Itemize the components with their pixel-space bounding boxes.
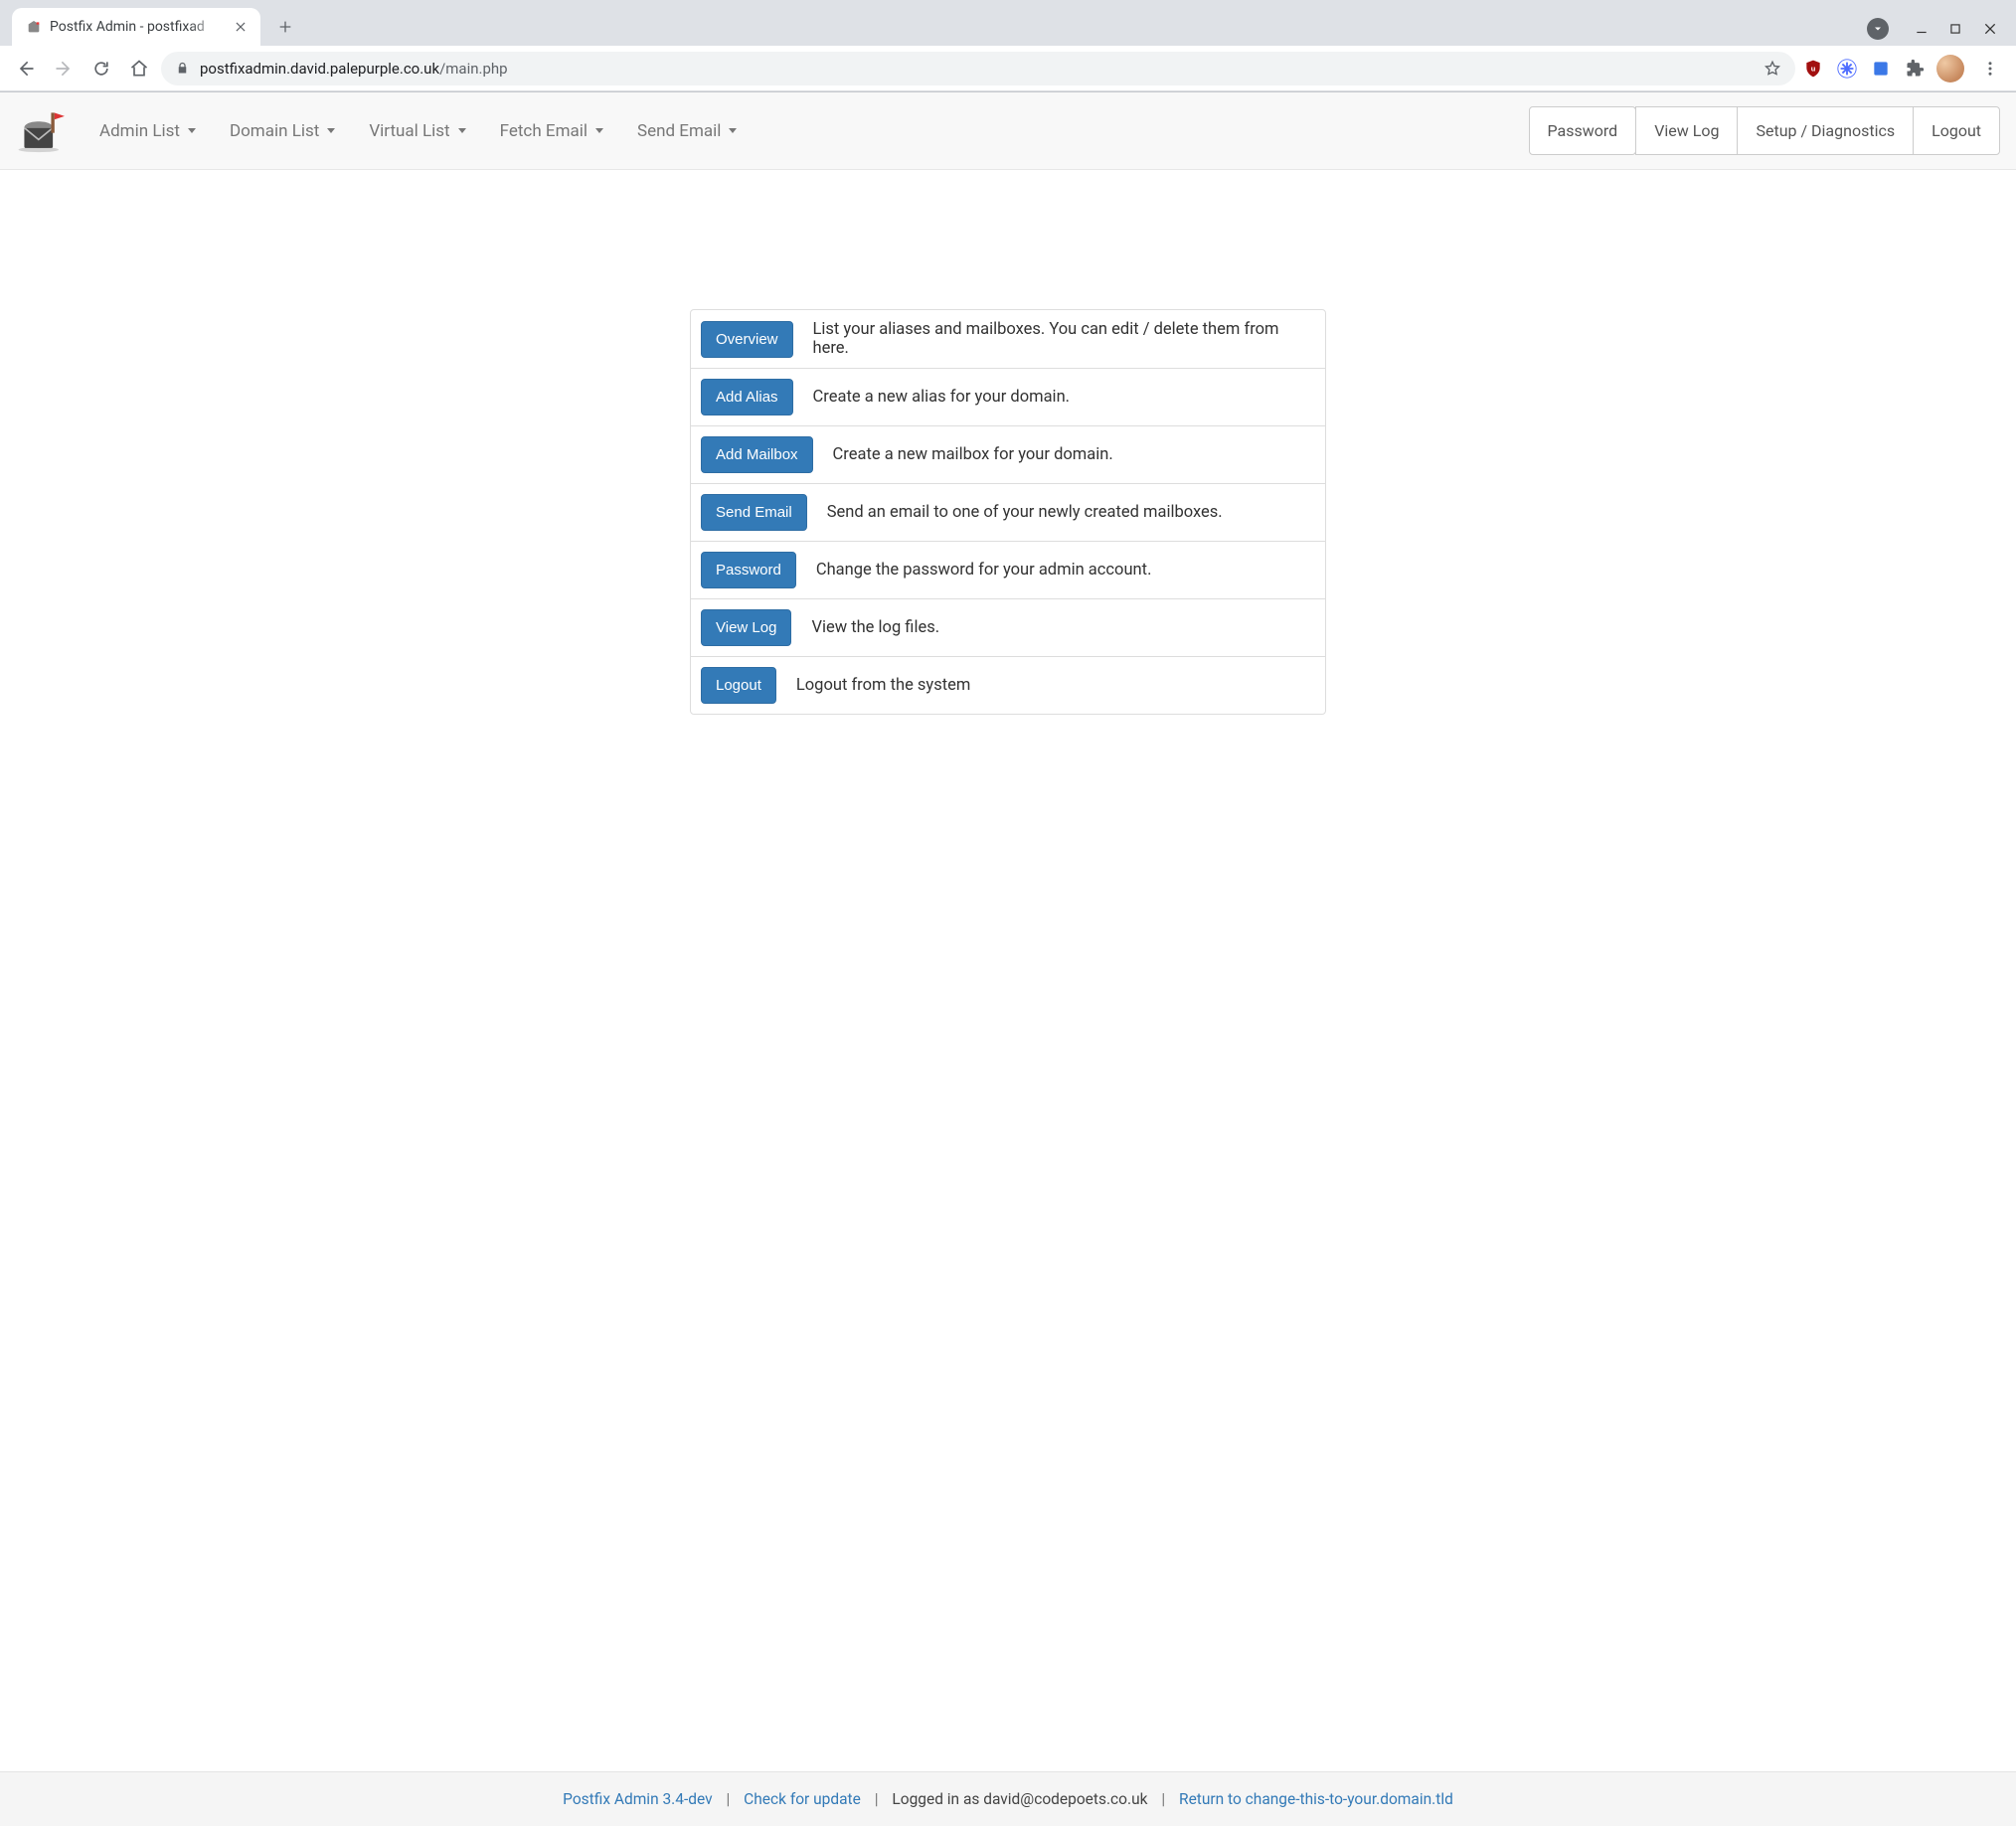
main-menu-panel: Overview List your aliases and mailboxes… [690, 309, 1326, 715]
nav-virtual-list[interactable]: Virtual List [355, 103, 479, 159]
menu-row-view-log: View Log View the log files. [691, 599, 1325, 657]
bookmark-star-icon[interactable] [1764, 60, 1781, 78]
password-button[interactable]: Password [701, 552, 796, 588]
menu-row-password: Password Change the password for your ad… [691, 542, 1325, 599]
menu-desc: Send an email to one of your newly creat… [827, 503, 1223, 522]
chevron-down-icon [595, 128, 603, 133]
new-tab-button[interactable] [270, 12, 300, 42]
menu-desc: Logout from the system [796, 676, 970, 695]
tab-strip: Postfix Admin - postfixad [0, 0, 2016, 46]
ublock-shield-icon[interactable]: u [1801, 57, 1825, 81]
chevron-down-icon [458, 128, 466, 133]
chevron-down-icon [188, 128, 196, 133]
navbar-viewlog-button[interactable]: View Log [1635, 106, 1738, 155]
extensions-row: u [1801, 53, 2006, 84]
logout-button[interactable]: Logout [701, 667, 776, 704]
profile-avatar[interactable] [1936, 55, 1964, 83]
svg-text:u: u [1811, 64, 1816, 73]
asterisk-icon[interactable] [1835, 57, 1859, 81]
nav-links: Admin List Domain List Virtual List Fetc… [85, 103, 751, 159]
tab-close-icon[interactable] [233, 19, 249, 35]
menu-row-overview: Overview List your aliases and mailboxes… [691, 310, 1325, 369]
window-minimize-icon[interactable] [1915, 22, 1929, 36]
nav-domain-list[interactable]: Domain List [216, 103, 349, 159]
footer-logged-in-as: Logged in as david@codepoets.co.uk [892, 1790, 1147, 1808]
footer-check-update-link[interactable]: Check for update [744, 1790, 861, 1808]
overview-button[interactable]: Overview [701, 321, 793, 358]
footer-return-link[interactable]: Return to change-this-to-your.domain.tld [1179, 1790, 1453, 1808]
browser-chrome: Postfix Admin - postfixad [0, 0, 2016, 92]
nav-back-icon[interactable] [10, 53, 42, 84]
kebab-menu-icon[interactable] [1974, 53, 2006, 84]
nav-forward-icon [48, 53, 80, 84]
nav-label: Domain List [230, 121, 319, 141]
navbar-buttons: Password View Log Setup / Diagnostics Lo… [1530, 92, 2000, 169]
nav-home-icon[interactable] [123, 53, 155, 84]
window-close-icon[interactable] [1982, 21, 1998, 37]
menu-row-add-alias: Add Alias Create a new alias for your do… [691, 369, 1325, 426]
url-host: postfixadmin.david.palepurple.co.uk [200, 60, 439, 78]
nav-fetch-email[interactable]: Fetch Email [486, 103, 617, 159]
app-navbar: Admin List Domain List Virtual List Fetc… [0, 92, 2016, 170]
menu-row-add-mailbox: Add Mailbox Create a new mailbox for you… [691, 426, 1325, 484]
navbar-logout-button[interactable]: Logout [1913, 106, 2000, 155]
add-alias-button[interactable]: Add Alias [701, 379, 793, 415]
navbar-setup-button[interactable]: Setup / Diagnostics [1737, 106, 1914, 155]
content-area: Overview List your aliases and mailboxes… [0, 170, 2016, 1771]
menu-desc: List your aliases and mailboxes. You can… [813, 320, 1315, 358]
nav-label: Virtual List [369, 121, 449, 141]
nav-admin-list[interactable]: Admin List [85, 103, 210, 159]
extensions-puzzle-icon[interactable] [1903, 57, 1927, 81]
chevron-down-icon [327, 128, 335, 133]
view-log-button[interactable]: View Log [701, 609, 791, 646]
menu-desc: View the log files. [811, 618, 939, 637]
separator: | [727, 1790, 731, 1808]
add-mailbox-button[interactable]: Add Mailbox [701, 436, 813, 473]
browser-tab[interactable]: Postfix Admin - postfixad [12, 8, 260, 46]
app-logo[interactable] [16, 100, 85, 162]
favicon-icon [26, 19, 42, 35]
menu-desc: Create a new mailbox for your domain. [833, 445, 1113, 464]
omnibox[interactable]: postfixadmin.david.palepurple.co.uk/main… [161, 52, 1795, 85]
menu-row-send-email: Send Email Send an email to one of your … [691, 484, 1325, 542]
window-controls [1867, 18, 2016, 40]
footer-version-link[interactable]: Postfix Admin 3.4-dev [563, 1790, 713, 1808]
menu-desc: Change the password for your admin accou… [816, 561, 1152, 580]
footer: Postfix Admin 3.4-dev | Check for update… [0, 1771, 2016, 1826]
send-email-button[interactable]: Send Email [701, 494, 807, 531]
lock-icon [175, 61, 190, 76]
nav-reload-icon[interactable] [85, 53, 117, 84]
page: Admin List Domain List Virtual List Fetc… [0, 92, 2016, 1826]
menu-desc: Create a new alias for your domain. [813, 388, 1071, 407]
navbar-password-button[interactable]: Password [1529, 106, 1637, 155]
separator: | [875, 1790, 879, 1808]
url-path: /main.php [439, 60, 508, 78]
separator: | [1161, 1790, 1165, 1808]
nav-label: Send Email [637, 121, 721, 141]
account-chooser-icon[interactable] [1867, 18, 1889, 40]
nav-label: Fetch Email [500, 121, 588, 141]
toolbar: postfixadmin.david.palepurple.co.uk/main… [0, 46, 2016, 91]
blue-box-icon[interactable] [1869, 57, 1893, 81]
tab-title: Postfix Admin - postfixad [50, 19, 225, 35]
nav-label: Admin List [99, 121, 180, 141]
chevron-down-icon [729, 128, 737, 133]
nav-send-email[interactable]: Send Email [623, 103, 751, 159]
window-maximize-icon[interactable] [1948, 22, 1962, 36]
menu-row-logout: Logout Logout from the system [691, 657, 1325, 714]
url-text: postfixadmin.david.palepurple.co.uk/main… [200, 60, 508, 78]
